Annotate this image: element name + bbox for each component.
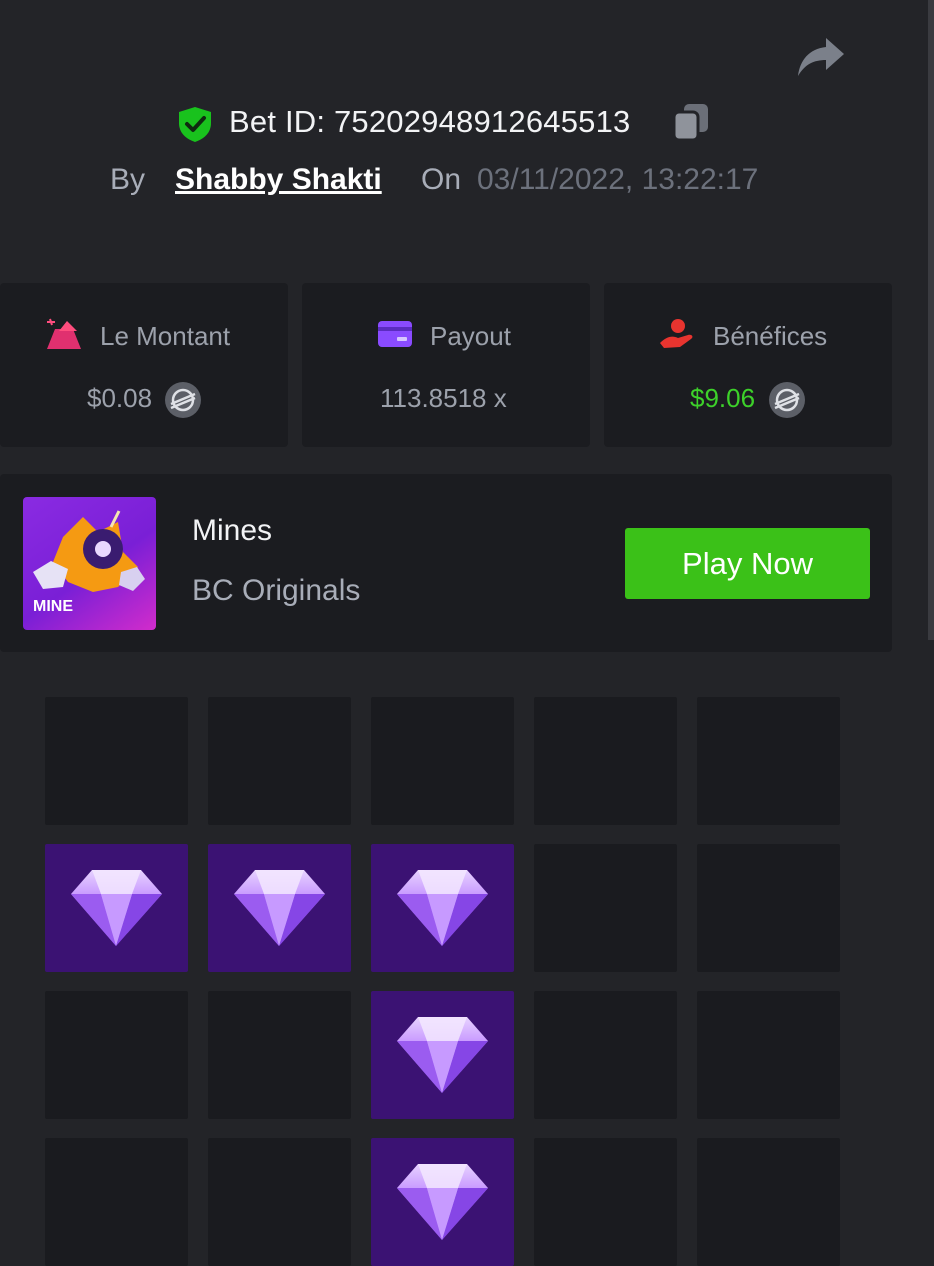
- scrollbar[interactable]: [928, 0, 934, 640]
- hidden-tile[interactable]: [208, 697, 351, 825]
- hidden-tile[interactable]: [45, 991, 188, 1119]
- play-now-button[interactable]: Play Now: [625, 528, 870, 599]
- share-icon[interactable]: [796, 34, 846, 78]
- wallet-card-icon: [377, 319, 413, 354]
- profit-value: $9.06: [690, 383, 756, 413]
- on-label: On: [421, 163, 462, 196]
- gem-tile[interactable]: [208, 844, 351, 972]
- payout-card: Payout 113.8518 x: [302, 283, 590, 447]
- amount-label: Le Montant: [100, 321, 231, 351]
- game-thumbnail[interactable]: MINE: [23, 497, 156, 630]
- copy-icon[interactable]: [672, 102, 710, 142]
- game-name: Mines: [192, 514, 273, 547]
- bet-id-text: Bet ID: 75202948912645513: [229, 104, 631, 139]
- hidden-tile[interactable]: [697, 697, 840, 825]
- amount-card: Le Montant $0.08: [0, 283, 288, 447]
- hidden-tile[interactable]: [45, 697, 188, 825]
- gem-tile[interactable]: [371, 844, 514, 972]
- gem-tile[interactable]: [371, 1138, 514, 1266]
- hidden-tile[interactable]: [534, 1138, 677, 1266]
- hidden-tile[interactable]: [45, 1138, 188, 1266]
- hidden-tile[interactable]: [697, 1138, 840, 1266]
- amount-value: $0.08: [87, 383, 153, 413]
- by-label: By: [110, 163, 146, 196]
- hidden-tile[interactable]: [697, 844, 840, 972]
- hidden-tile[interactable]: [208, 1138, 351, 1266]
- author-row: By Shabby Shakti On 03/11/2022, 13:22:17: [0, 160, 934, 200]
- hand-coin-icon: [658, 317, 696, 356]
- profit-label: Bénéfices: [713, 321, 828, 351]
- hidden-tile[interactable]: [534, 991, 677, 1119]
- hidden-tile[interactable]: [208, 991, 351, 1119]
- xlm-coin-icon: [165, 382, 201, 418]
- xlm-coin-icon: [769, 382, 805, 418]
- hidden-tile[interactable]: [534, 697, 677, 825]
- bet-id-row: Bet ID: 75202948912645513: [0, 100, 934, 144]
- hidden-tile[interactable]: [534, 844, 677, 972]
- bet-datetime: 03/11/2022, 13:22:17: [477, 163, 759, 196]
- game-provider: BC Originals: [192, 574, 361, 607]
- shield-check-icon: [178, 106, 212, 142]
- profit-card: Bénéfices $9.06: [604, 283, 892, 447]
- payout-label: Payout: [430, 321, 511, 351]
- payout-value: 113.8518 x: [380, 383, 507, 413]
- hidden-tile[interactable]: [371, 697, 514, 825]
- username-link[interactable]: Shabby Shakti: [175, 163, 382, 197]
- gem-tile[interactable]: [371, 991, 514, 1119]
- bet-amount-icon: [45, 317, 83, 356]
- game-card: MINE Mines BC Originals Play Now: [0, 474, 892, 652]
- gem-tile[interactable]: [45, 844, 188, 972]
- thumbnail-caption: MINE: [33, 598, 73, 615]
- hidden-tile[interactable]: [697, 991, 840, 1119]
